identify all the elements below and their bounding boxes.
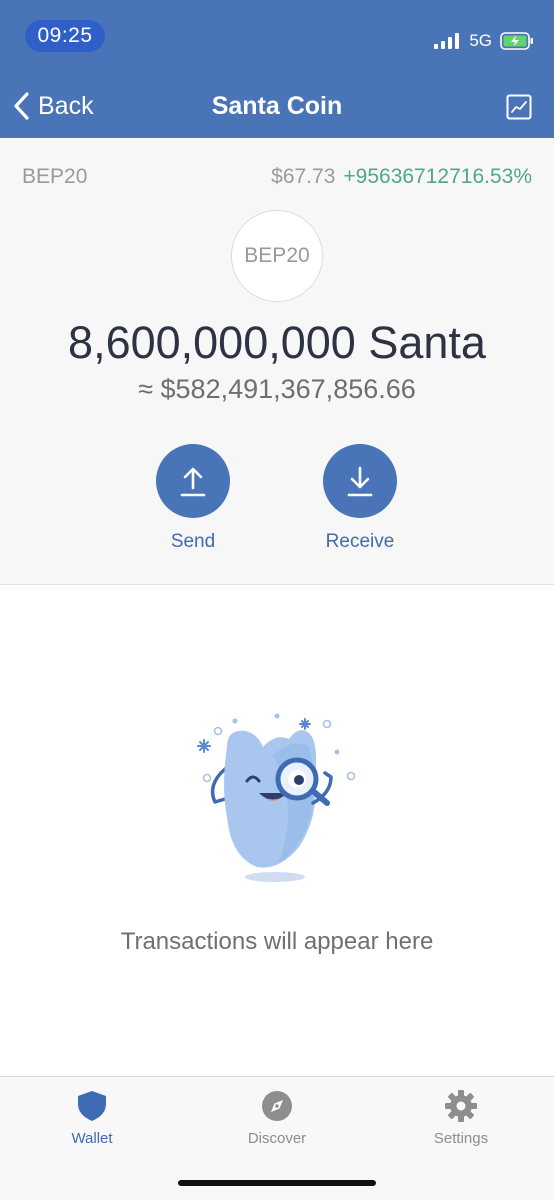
compass-icon [262, 1091, 292, 1121]
price-chart-icon [506, 94, 532, 120]
token-price: $67.73 [271, 165, 336, 188]
shield-icon [78, 1091, 106, 1121]
token-standard: BEP20 [22, 165, 88, 188]
token-balance: 8,600,000,000 Santa [68, 317, 486, 368]
download-arrow-icon [347, 466, 373, 497]
tab-settings-label: Settings [433, 1130, 489, 1147]
transactions-empty-state: Transactions will appear here [0, 585, 554, 1076]
chevron-left-icon [14, 92, 29, 120]
send-label: Send [170, 531, 216, 552]
empty-transactions-text: Transactions will appear here [120, 928, 434, 955]
network-type: 5G [469, 31, 492, 50]
receive-button[interactable]: Receive [300, 444, 420, 554]
signal-bars-icon [434, 33, 460, 49]
receive-label: Receive [325, 531, 395, 552]
back-button[interactable]: Back [12, 88, 94, 124]
receive-circle[interactable] [323, 444, 397, 518]
header-bar: 09:25 5G Back Santa Coin [0, 0, 554, 138]
status-indicators: 5G [434, 30, 534, 52]
coin-logo: BEP20 [231, 210, 323, 302]
tab-wallet-label: Wallet [71, 1130, 113, 1147]
send-button[interactable]: Send [133, 444, 253, 554]
mascot-magnifier-illustration [187, 707, 367, 887]
gear-icon [445, 1090, 477, 1122]
token-detail-screen: 09:25 5G Back Santa Coin BEP20 $67.73 +9… [0, 0, 554, 1200]
tab-settings[interactable]: Settings [391, 1089, 531, 1149]
upload-arrow-icon [180, 467, 206, 497]
status-time: 09:25 [25, 20, 105, 52]
battery-charging-icon [500, 32, 533, 50]
tab-wallet[interactable]: Wallet [22, 1089, 162, 1149]
tab-discover-label: Discover [247, 1130, 307, 1147]
balance-section: BEP20 $67.73 +95636712716.53% BEP20 8,600… [0, 138, 554, 585]
back-label: Back [38, 92, 94, 120]
fiat-balance: ≈ $582,491,367,856.66 [138, 374, 416, 404]
price-change: +95636712716.53% [343, 165, 532, 188]
price-row: $67.73 +95636712716.53% [271, 164, 532, 190]
price-chart-button[interactable] [506, 94, 532, 120]
tab-discover[interactable]: Discover [207, 1089, 347, 1149]
send-circle[interactable] [156, 444, 230, 518]
home-indicator [178, 1180, 376, 1186]
